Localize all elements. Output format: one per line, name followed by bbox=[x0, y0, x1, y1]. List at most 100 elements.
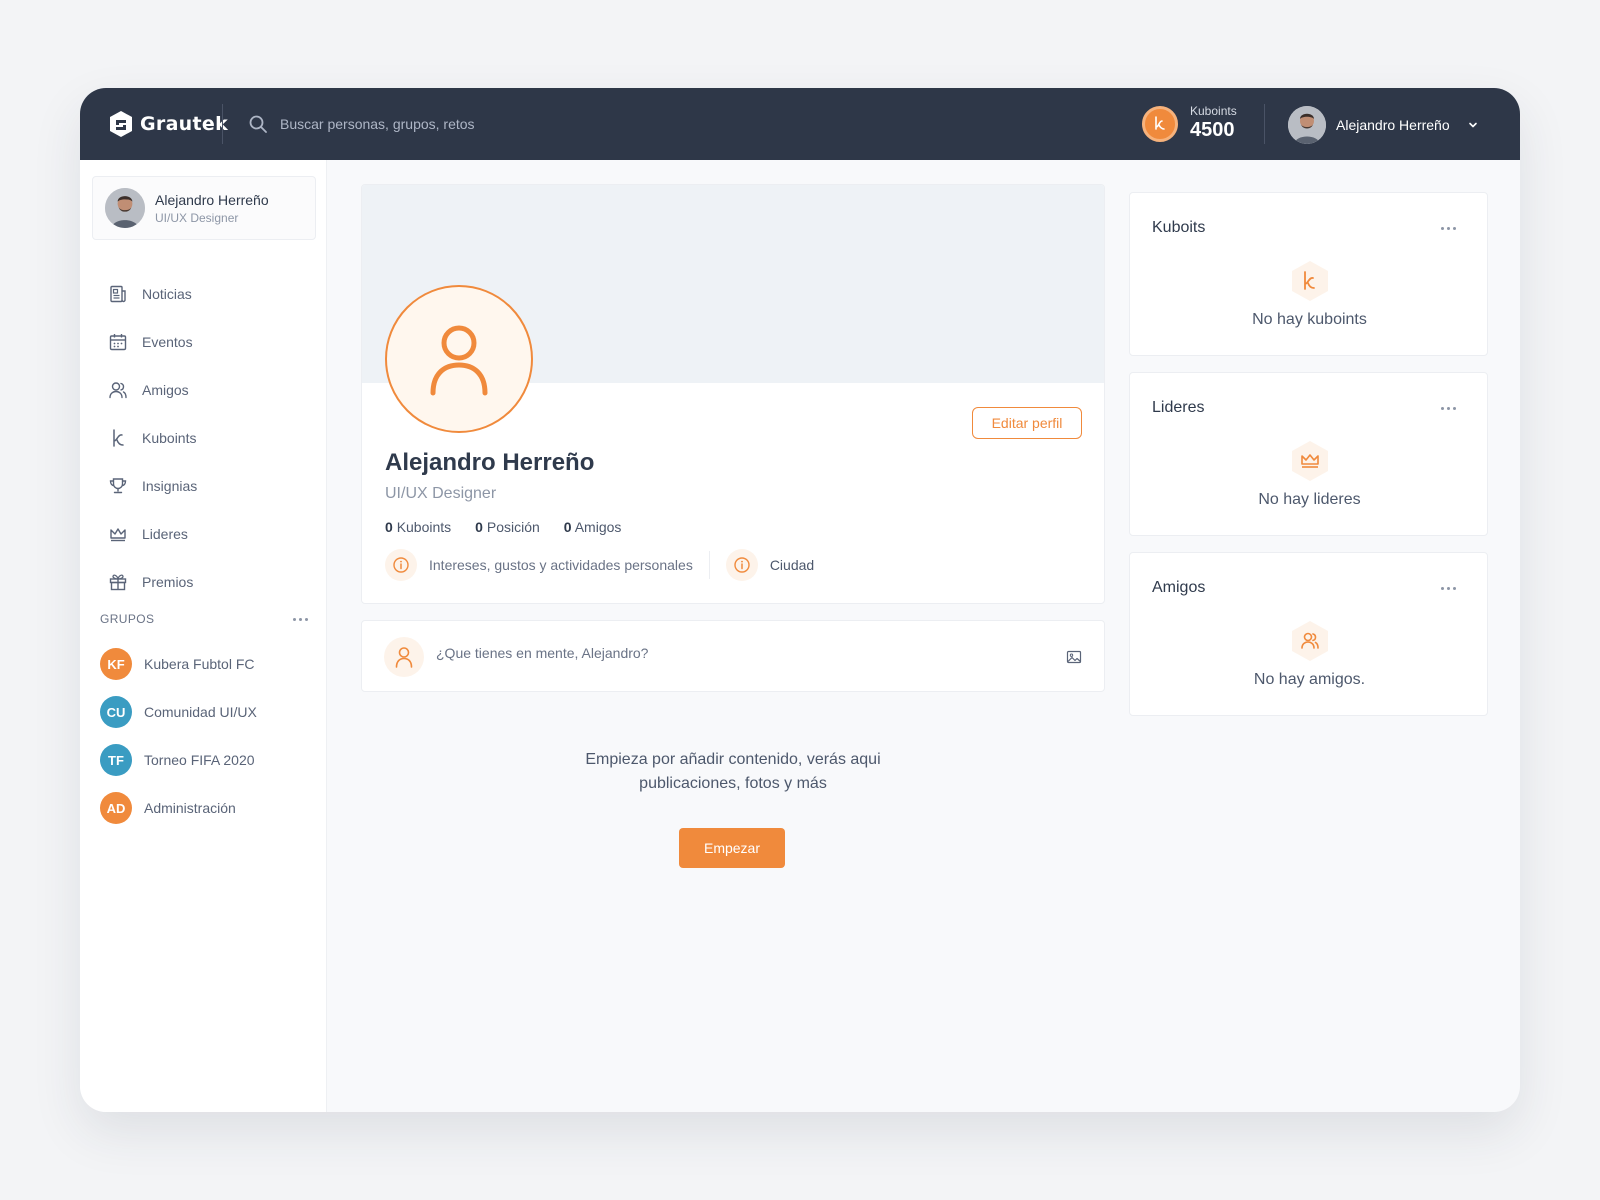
search-bar bbox=[248, 110, 680, 138]
group-avatar: CU bbox=[100, 696, 132, 728]
info-interests[interactable]: Intereses, gustos y actividades personal… bbox=[385, 549, 693, 581]
group-label: Kubera Fubtol FC bbox=[144, 656, 255, 672]
widget-empty-text: No hay amigos. bbox=[1253, 671, 1366, 688]
groups-header: GRUPOS bbox=[100, 612, 310, 626]
profile-info-row: Intereses, gustos y actividades personal… bbox=[385, 549, 814, 581]
sidebar-item-noticias[interactable]: Noticias bbox=[108, 270, 197, 318]
calendar-icon bbox=[109, 334, 127, 351]
start-button[interactable]: Empezar bbox=[679, 828, 785, 868]
sidebar-item-label: Premios bbox=[142, 574, 194, 590]
group-item-kubera[interactable]: KF Kubera Fubtol FC bbox=[100, 640, 257, 688]
sidebar-item-kuboints[interactable]: Kuboints bbox=[108, 414, 197, 462]
profile-avatar[interactable] bbox=[385, 285, 533, 433]
sidebar-item-lideres[interactable]: Lideres bbox=[108, 510, 197, 558]
friends-icon bbox=[1292, 621, 1328, 661]
stat-value: 0 bbox=[385, 519, 393, 535]
gift-icon bbox=[109, 574, 127, 591]
stat-value: 0 bbox=[475, 519, 483, 535]
trophy-icon bbox=[109, 478, 127, 494]
sidebar-item-label: Insignias bbox=[142, 478, 198, 494]
logo[interactable]: Grautek bbox=[108, 108, 228, 140]
stat-amigos[interactable]: 0 Amigos bbox=[564, 519, 622, 535]
widget-empty-text: No hay kuboints bbox=[1252, 311, 1367, 328]
widget-lideres: Lideres No hay lideres bbox=[1129, 372, 1488, 536]
sidebar-item-premios[interactable]: Premios bbox=[108, 558, 197, 606]
info-label: Ciudad bbox=[769, 557, 815, 573]
info-label: Intereses, gustos y actividades personal… bbox=[429, 557, 693, 573]
profile-name: Alejandro Herreño bbox=[385, 449, 595, 476]
avatar bbox=[105, 188, 145, 228]
user-icon bbox=[395, 647, 413, 668]
kuboints-icon bbox=[1155, 116, 1165, 130]
sidebar-item-label: Amigos bbox=[142, 382, 189, 398]
widget-title: Lideres bbox=[1152, 399, 1205, 416]
group-label: Comunidad UI/UX bbox=[144, 704, 257, 720]
avatar bbox=[1288, 106, 1326, 144]
stat-kuboints[interactable]: 0 Kuboints bbox=[385, 519, 451, 535]
profile-role: UI/UX Designer bbox=[385, 485, 497, 502]
sidebar-item-label: Noticias bbox=[142, 286, 192, 302]
stat-label: Kuboints bbox=[396, 519, 452, 535]
profile-panel: Editar perfil Alejandro Herreño UI/UX De… bbox=[361, 184, 1105, 604]
stat-posicion[interactable]: 0 Posición bbox=[475, 519, 540, 535]
friends-icon bbox=[109, 382, 127, 399]
user-menu[interactable]: Alejandro Herreño bbox=[1288, 106, 1480, 144]
groups-more-icon[interactable] bbox=[291, 616, 310, 623]
empty-feed-message: Empieza por añadir contenido, verás aqui… bbox=[361, 748, 1105, 796]
post-composer bbox=[361, 620, 1105, 692]
info-icon bbox=[385, 549, 417, 581]
widget-title: Amigos bbox=[1152, 579, 1206, 596]
group-label: Torneo FIFA 2020 bbox=[144, 752, 255, 768]
group-item-administracion[interactable]: AD Administración bbox=[100, 784, 257, 832]
more-icon[interactable] bbox=[1439, 405, 1458, 412]
kuboints-label: Kuboints bbox=[1190, 104, 1237, 118]
widget-title: Kuboits bbox=[1152, 219, 1206, 236]
user-name: Alejandro Herreño bbox=[1336, 117, 1450, 133]
kuboints-counter: Kuboints 4500 bbox=[1190, 104, 1237, 142]
chevron-down-icon[interactable] bbox=[1466, 118, 1480, 132]
post-input[interactable] bbox=[436, 645, 1036, 661]
user-icon bbox=[430, 325, 488, 396]
divider bbox=[1264, 104, 1265, 144]
groups-list: KF Kubera Fubtol FC CU Comunidad UI/UX T… bbox=[100, 640, 257, 832]
more-icon[interactable] bbox=[1439, 225, 1458, 232]
info-icon bbox=[725, 549, 758, 581]
group-avatar: AD bbox=[100, 792, 132, 824]
kuboints-icon bbox=[113, 429, 124, 447]
sidebar-item-amigos[interactable]: Amigos bbox=[108, 366, 197, 414]
group-item-torneo[interactable]: TF Torneo FIFA 2020 bbox=[100, 736, 257, 784]
empty-feed-line: publicaciones, fotos y más bbox=[639, 775, 827, 792]
widget-kuboits: Kuboits No hay kuboints bbox=[1129, 192, 1488, 356]
widget-empty-text: No hay lideres bbox=[1258, 491, 1361, 508]
sidebar: Alejandro Herreño UI/UX Designer Noticia… bbox=[80, 160, 327, 1112]
kuboints-badge[interactable] bbox=[1142, 106, 1178, 142]
edit-profile-button[interactable]: Editar perfil bbox=[972, 407, 1082, 439]
sidebar-profile-card[interactable]: Alejandro Herreño UI/UX Designer bbox=[92, 176, 316, 240]
divider bbox=[222, 104, 223, 144]
image-icon[interactable] bbox=[1066, 649, 1082, 665]
sidebar-profile-role: UI/UX Designer bbox=[155, 210, 239, 225]
stat-label: Amigos bbox=[574, 519, 622, 535]
group-avatar: KF bbox=[100, 648, 132, 680]
empty-feed-line: Empieza por añadir contenido, verás aqui bbox=[585, 751, 881, 768]
group-avatar: TF bbox=[100, 744, 132, 776]
group-item-comunidad[interactable]: CU Comunidad UI/UX bbox=[100, 688, 257, 736]
groups-title: GRUPOS bbox=[100, 612, 155, 626]
kuboints-icon bbox=[1292, 261, 1328, 301]
info-city[interactable]: Ciudad bbox=[725, 549, 815, 581]
group-label: Administración bbox=[144, 800, 236, 816]
search-icon bbox=[249, 115, 267, 133]
stat-label: Posición bbox=[486, 519, 540, 535]
more-icon[interactable] bbox=[1439, 585, 1458, 592]
sidebar-item-label: Eventos bbox=[142, 334, 193, 350]
widget-amigos: Amigos No hay amigos. bbox=[1129, 552, 1488, 716]
stat-value: 0 bbox=[563, 519, 572, 535]
news-icon bbox=[110, 285, 126, 303]
top-bar: Grautek Kuboints 4500 bbox=[80, 88, 1520, 160]
logo-mark-icon bbox=[110, 111, 132, 137]
search-input[interactable] bbox=[280, 116, 680, 132]
sidebar-item-eventos[interactable]: Eventos bbox=[108, 318, 197, 366]
sidebar-item-insignias[interactable]: Insignias bbox=[108, 462, 197, 510]
crown-icon bbox=[1292, 441, 1328, 481]
kuboints-value: 4500 bbox=[1190, 119, 1235, 141]
